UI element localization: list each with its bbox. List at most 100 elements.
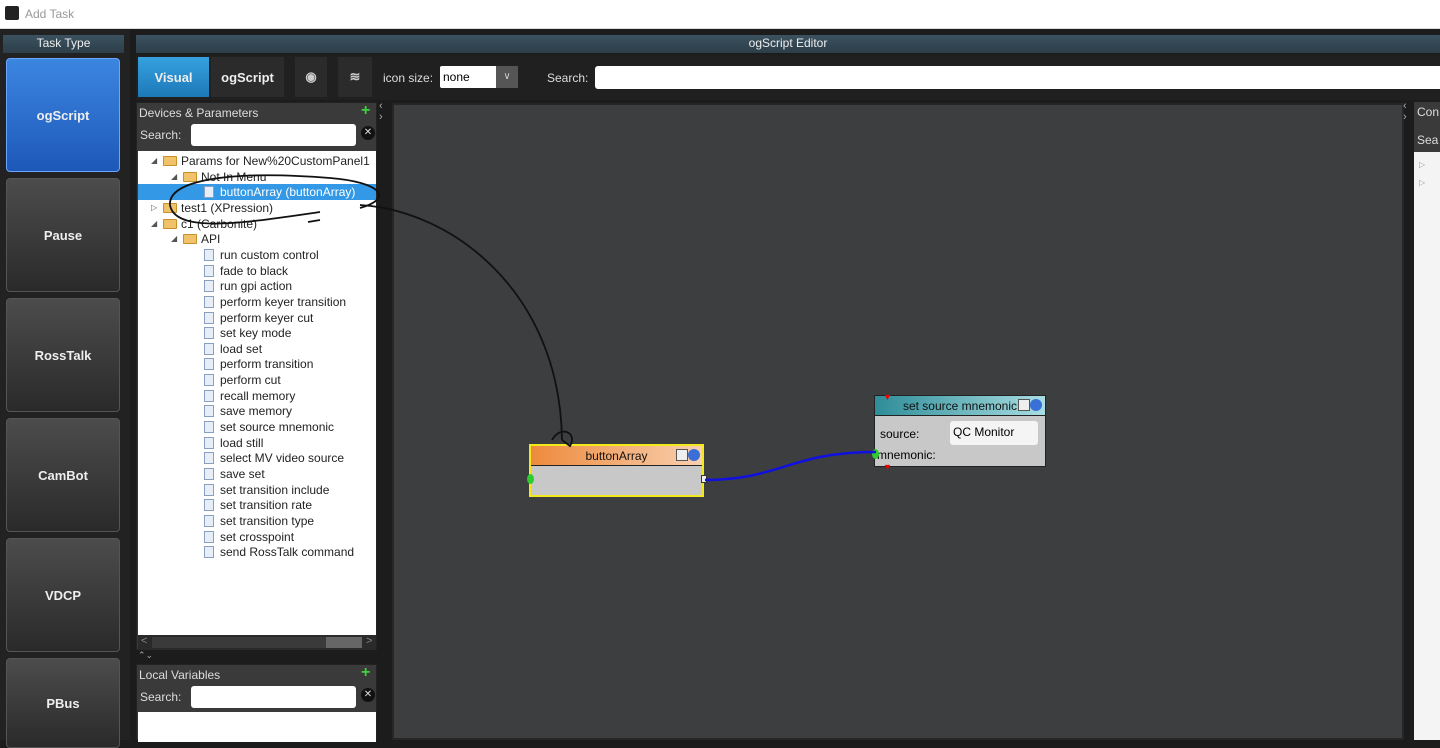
collapse-left-icon[interactable]: ‹ › [379, 101, 383, 123]
local-variables-panel: Local Variables + Search: ✕ [136, 664, 377, 742]
search-label: Search: [547, 71, 589, 85]
tab-ogscript[interactable]: ogScript [211, 57, 284, 97]
clear-local-search-icon[interactable]: ✕ [361, 688, 375, 702]
add-icon[interactable]: + [361, 102, 370, 120]
source-input[interactable]: QC Monitor [950, 421, 1038, 445]
tree-item[interactable]: set transition type [138, 513, 376, 529]
tab-visual[interactable]: Visual [138, 57, 209, 97]
layers-icon: ≋ [349, 69, 361, 84]
eye-icon: ◉ [305, 69, 317, 84]
collapsed-arrow-icon[interactable]: ▷ [151, 200, 157, 216]
scrollbar-thumb[interactable] [326, 637, 362, 648]
panel-splitter[interactable]: ⌃⌄ [138, 650, 377, 662]
layers-button[interactable]: ≋ [338, 57, 372, 97]
task-type-cambot[interactable]: CamBot [6, 418, 120, 532]
document-icon [204, 327, 214, 340]
tree-item[interactable]: perform keyer transition [138, 294, 376, 310]
tree-item-label: fade to black [220, 263, 289, 278]
tree-item-label: set transition type [220, 513, 315, 528]
tree-item[interactable]: perform cut [138, 372, 376, 388]
devices-panel: Devices & Parameters + Search: ✕ ◢ Params… [136, 102, 377, 650]
document-icon [204, 452, 214, 465]
mnemonic-port[interactable] [872, 449, 879, 459]
tree-item-label: run gpi action [220, 279, 293, 294]
task-type-vdcp[interactable]: VDCP [6, 538, 120, 652]
input-port[interactable] [527, 474, 534, 484]
edit-icon[interactable] [676, 449, 688, 461]
tree-item-label: test1 (XPression) [181, 200, 274, 215]
task-type-ogscript[interactable]: ogScript [6, 58, 120, 172]
collapse-right-icon[interactable]: ‹ › [1403, 101, 1407, 123]
tree-item[interactable]: load set [138, 341, 376, 357]
node-set-source-mnemonic[interactable]: set source mnemonic source: QC Monitor m… [872, 392, 1046, 472]
icon-size-select[interactable]: none ∨ [440, 66, 518, 88]
local-variables-header: Local Variables [139, 668, 221, 682]
clear-search-icon[interactable]: ✕ [361, 126, 375, 140]
tree-item[interactable]: save memory [138, 403, 376, 419]
expanded-arrow-icon[interactable]: ◢ [171, 169, 177, 185]
tree-item-label: set transition rate [220, 498, 313, 513]
tree-item[interactable]: ◢ c1 (Carbonite) [138, 216, 376, 232]
help-icon[interactable] [688, 449, 700, 461]
task-type-rosstalk[interactable]: RossTalk [6, 298, 120, 412]
tree-item[interactable]: perform keyer cut [138, 310, 376, 326]
expanded-arrow-icon[interactable]: ◢ [171, 231, 177, 247]
visual-canvas[interactable]: buttonArray set source mnemonic source: … [392, 103, 1404, 740]
node-title: buttonArray [585, 449, 648, 463]
document-icon [204, 374, 214, 387]
node-button-array[interactable]: buttonArray [527, 444, 707, 497]
tree-item[interactable]: select MV video source [138, 450, 376, 466]
tree-item-label: set crosspoint [220, 529, 295, 544]
document-icon [204, 514, 214, 527]
tree-item[interactable]: perform transition [138, 356, 376, 372]
tree-item[interactable]: run gpi action [138, 278, 376, 294]
tree-item[interactable]: set source mnemonic [138, 419, 376, 435]
local-search-input[interactable] [191, 686, 356, 708]
tree-item[interactable]: run custom control [138, 247, 376, 263]
icon-size-label: icon size: [383, 71, 434, 85]
tree-item[interactable]: save set [138, 466, 376, 482]
tree-item-label: load set [220, 341, 263, 356]
document-icon [204, 483, 214, 496]
window-title: Add Task [25, 7, 75, 21]
tree-item[interactable]: ▷ test1 (XPression) [138, 200, 376, 216]
tree-item-label: load still [220, 435, 264, 450]
output-port[interactable] [701, 475, 707, 483]
preview-button[interactable]: ◉ [295, 57, 327, 97]
title-bar: Add Task [0, 0, 1440, 29]
help-icon[interactable] [1030, 399, 1042, 411]
tree-item-label: set source mnemonic [220, 420, 335, 435]
task-type-pause[interactable]: Pause [6, 178, 120, 292]
document-icon [204, 186, 214, 199]
local-search-label: Search: [140, 690, 182, 704]
document-icon [204, 405, 214, 418]
devices-search-input[interactable] [191, 124, 356, 146]
tree-item[interactable]: ◢ Not In Menu [138, 169, 376, 185]
document-icon [204, 468, 214, 480]
document-icon [204, 280, 214, 293]
horizontal-scrollbar[interactable]: < > [138, 635, 376, 650]
folder-icon [183, 171, 197, 182]
editor-search-input[interactable] [595, 66, 1440, 89]
tree-item[interactable]: send RossTalk command [138, 544, 376, 560]
tree-item[interactable]: set transition include [138, 482, 376, 498]
folder-icon [163, 156, 177, 166]
tree-item[interactable]: buttonArray (buttonArray) [138, 184, 376, 201]
tree-item[interactable]: ◢ API [138, 231, 376, 247]
flow-out-icon[interactable]: ▼ [883, 462, 892, 472]
flow-in-icon[interactable]: ▼ [883, 392, 892, 402]
tree-item[interactable]: recall memory [138, 388, 376, 404]
tree-item-label: perform cut [220, 373, 281, 388]
tree-item[interactable]: set key mode [138, 325, 376, 341]
expanded-arrow-icon[interactable]: ◢ [151, 153, 157, 169]
tree-item[interactable]: ◢ Params for New%20CustomPanel1 [138, 153, 376, 169]
add-variable-icon[interactable]: + [361, 664, 370, 682]
edit-icon[interactable] [1018, 399, 1030, 411]
tree-item[interactable]: set crosspoint [138, 529, 376, 545]
folder-icon [183, 234, 197, 245]
tree-item[interactable]: load still [138, 435, 376, 451]
tree-item[interactable]: fade to black [138, 263, 376, 279]
task-type-pbus[interactable]: PBus [6, 658, 120, 748]
tree-item[interactable]: set transition rate [138, 497, 376, 513]
expanded-arrow-icon[interactable]: ◢ [151, 216, 157, 232]
